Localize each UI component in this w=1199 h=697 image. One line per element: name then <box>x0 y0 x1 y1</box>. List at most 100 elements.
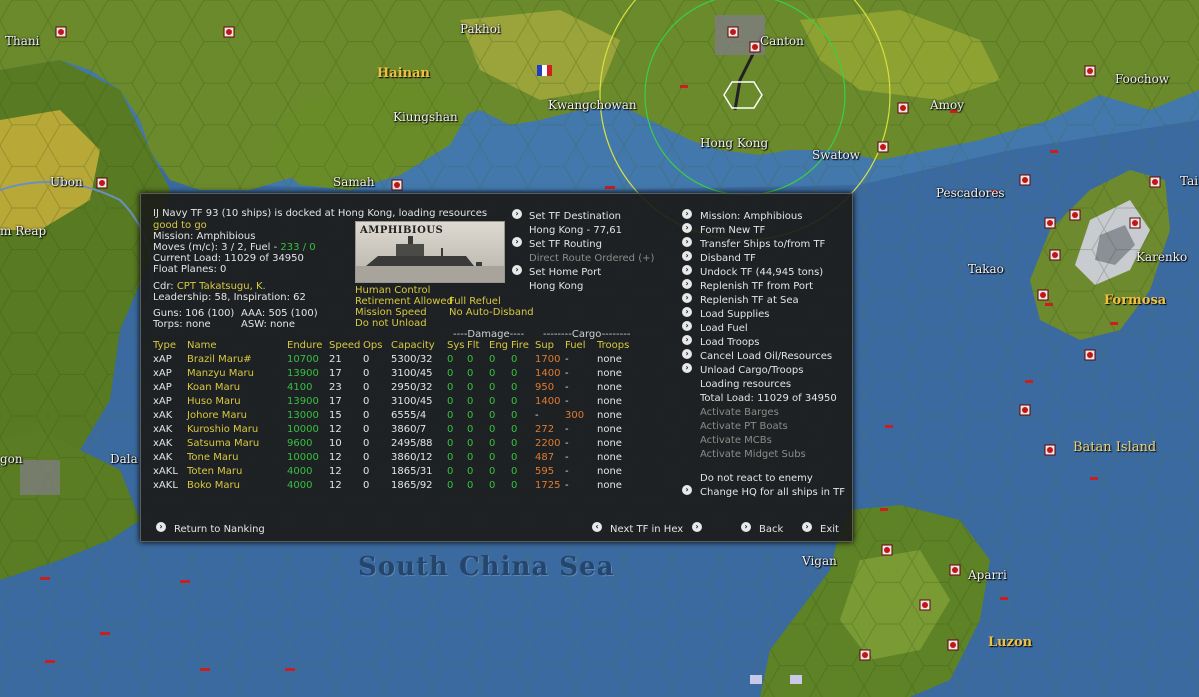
set-routing-button[interactable]: Set TF Routing <box>529 239 602 251</box>
place-label: Kiungshan <box>393 110 458 124</box>
cell-ops: 0 <box>363 396 370 407</box>
arrow-right-icon: › <box>682 485 692 495</box>
cell-name[interactable]: Kuroshio Maru <box>187 423 287 437</box>
cell-flt: 0 <box>467 466 474 477</box>
cell-endure: 13000 <box>287 410 319 421</box>
cell-name[interactable]: Manzyu Maru <box>187 367 287 381</box>
set-destination-button[interactable]: Set TF Destination <box>529 211 621 223</box>
table-row[interactable]: xAP Brazil Maru# 10700 21 0 5300/32 0 0 0 0 1700- n… <box>153 353 637 367</box>
return-button[interactable]: Return to Nanking <box>174 524 265 536</box>
set-home-port-button[interactable]: Set Home Port <box>529 267 601 279</box>
menu-item[interactable]: Disband TF <box>700 253 756 265</box>
auto-disband-toggle[interactable]: No Auto-Disband <box>449 307 534 319</box>
cell-sup: - <box>535 410 539 421</box>
menu-item[interactable]: Form New TF <box>700 225 765 237</box>
table-row[interactable]: xAP Koan Maru 4100 23 0 2950/32 0 0 0 0 950- none <box>153 381 637 395</box>
cell-name[interactable]: Koan Maru <box>187 381 287 395</box>
exit-button[interactable]: Exit <box>820 524 839 536</box>
cell-endure: 13900 <box>287 396 319 407</box>
menu-item[interactable]: Replenish TF from Port <box>700 281 813 293</box>
arrow-right-icon[interactable]: › <box>692 522 702 532</box>
menu-item[interactable]: Mission: Amphibious <box>700 211 802 223</box>
table-row[interactable]: xAK Johore Maru 13000 15 0 6555/4 0 0 0 0 - 300 none <box>153 409 637 423</box>
col-header[interactable]: Sup <box>535 339 565 353</box>
cell-speed: 17 <box>329 368 342 379</box>
menu-item[interactable]: Activate MCBs <box>700 435 772 447</box>
cell-fuel: - <box>565 368 569 379</box>
col-header[interactable]: Eng <box>489 339 511 353</box>
col-header[interactable]: Sys <box>447 339 467 353</box>
cell-name[interactable]: Tone Maru <box>187 451 287 465</box>
col-header[interactable]: Flt <box>467 339 489 353</box>
place-label: Vigan <box>802 554 837 568</box>
col-header[interactable]: Name <box>187 339 287 353</box>
menu-item[interactable]: Transfer Ships to/from TF <box>700 239 825 251</box>
menu-item[interactable]: Load Troops <box>700 337 760 349</box>
table-row[interactable]: xAK Satsuma Maru 9600 10 0 2495/88 0 0 0 0 2200- no… <box>153 437 637 451</box>
place-label: Foochow <box>1115 72 1170 86</box>
back-button[interactable]: Back <box>759 524 783 536</box>
cell-fire: 0 <box>511 396 518 407</box>
menu-item[interactable]: Replenish TF at Sea <box>700 295 799 307</box>
cell-sup: 1725 <box>535 480 561 491</box>
col-header[interactable]: Capacity <box>391 339 447 353</box>
direct-route-option[interactable]: Direct Route Ordered (+) <box>529 253 654 265</box>
menu-item[interactable]: Cancel Load Oil/Resources <box>700 351 832 363</box>
asw: ASW: none <box>241 319 295 330</box>
cell-type: xAP <box>153 354 172 365</box>
place-label: Canton <box>760 34 804 48</box>
change-hq-button[interactable]: Change HQ for all ships in TF <box>700 487 845 499</box>
no-react-toggle[interactable]: Do not react to enemy <box>700 473 813 485</box>
table-row[interactable]: xAP Manzyu Maru 13900 17 0 3100/45 0 0 0 0 1400- no… <box>153 367 637 381</box>
cell-flt: 0 <box>467 410 474 421</box>
col-header[interactable]: Troops <box>597 339 637 353</box>
arrow-left-icon[interactable]: ‹ <box>592 522 602 532</box>
arrow-right-icon: › <box>156 522 166 532</box>
cell-fuel: - <box>565 480 569 491</box>
cell-name[interactable]: Boko Maru <box>187 479 287 493</box>
cell-endure: 4000 <box>287 466 313 477</box>
cell-capacity: 3100/45 <box>391 368 433 379</box>
commander-name[interactable]: CPT Takatsugu, K. <box>177 281 266 292</box>
cell-troops: none <box>597 438 622 449</box>
cell-speed: 12 <box>329 424 342 435</box>
menu-item[interactable]: Undock TF (44,945 tons) <box>700 267 823 279</box>
table-row[interactable]: xAK Tone Maru 10000 12 0 3860/12 0 0 0 0 487- none <box>153 451 637 465</box>
menu-item[interactable]: Activate Barges <box>700 407 779 419</box>
cell-name[interactable]: Johore Maru <box>187 409 287 423</box>
table-row[interactable]: xAP Huso Maru 13900 17 0 3100/45 0 0 0 0 1400- none <box>153 395 637 409</box>
col-header[interactable]: Type <box>153 339 187 353</box>
cell-sup: 487 <box>535 452 555 463</box>
col-header[interactable]: Fire <box>511 339 535 353</box>
menu-item[interactable]: Activate PT Boats <box>700 421 788 433</box>
col-header[interactable]: Fuel <box>565 339 597 353</box>
menu-item[interactable]: Unload Cargo/Troops <box>700 365 803 377</box>
cell-troops: none <box>597 396 622 407</box>
menu-item[interactable]: Load Supplies <box>700 309 769 321</box>
place-label: Pakhoi <box>460 22 501 36</box>
do-not-unload-toggle[interactable]: Do not Unload <box>355 318 427 330</box>
cell-name[interactable]: Huso Maru <box>187 395 287 409</box>
cell-sup: 272 <box>535 424 555 435</box>
cell-eng: 0 <box>489 480 496 491</box>
tf-header: IJ Navy TF 93 (10 ships) is docked at Ho… <box>153 208 488 219</box>
cell-name[interactable]: Brazil Maru# <box>187 353 287 367</box>
arrow-right-icon: › <box>741 522 751 532</box>
cell-fire: 0 <box>511 466 518 477</box>
col-header[interactable]: Speed <box>329 339 363 353</box>
cell-name[interactable]: Toten Maru <box>187 465 287 479</box>
col-header[interactable]: Ops <box>363 339 391 353</box>
col-header[interactable]: Endure <box>287 339 329 353</box>
cell-type: xAK <box>153 410 173 421</box>
next-tf-in-hex[interactable]: Next TF in Hex <box>610 524 683 536</box>
cell-endure: 4100 <box>287 382 313 393</box>
table-row[interactable]: xAKL Toten Maru 4000 12 0 1865/31 0 0 0 0 595- none <box>153 465 637 479</box>
menu-item[interactable]: Activate Midget Subs <box>700 449 806 461</box>
cell-name[interactable]: Satsuma Maru <box>187 437 287 451</box>
place-label: Ubon <box>50 175 83 189</box>
cell-fuel: - <box>565 354 569 365</box>
table-row[interactable]: xAK Kuroshio Maru 10000 12 0 3860/7 0 0 0 0 272- no… <box>153 423 637 437</box>
table-row[interactable]: xAKL Boko Maru 4000 12 0 1865/92 0 0 0 0 1725- none <box>153 479 637 493</box>
menu-item[interactable]: Load Fuel <box>700 323 748 335</box>
arrow-right-icon: › <box>512 237 522 247</box>
